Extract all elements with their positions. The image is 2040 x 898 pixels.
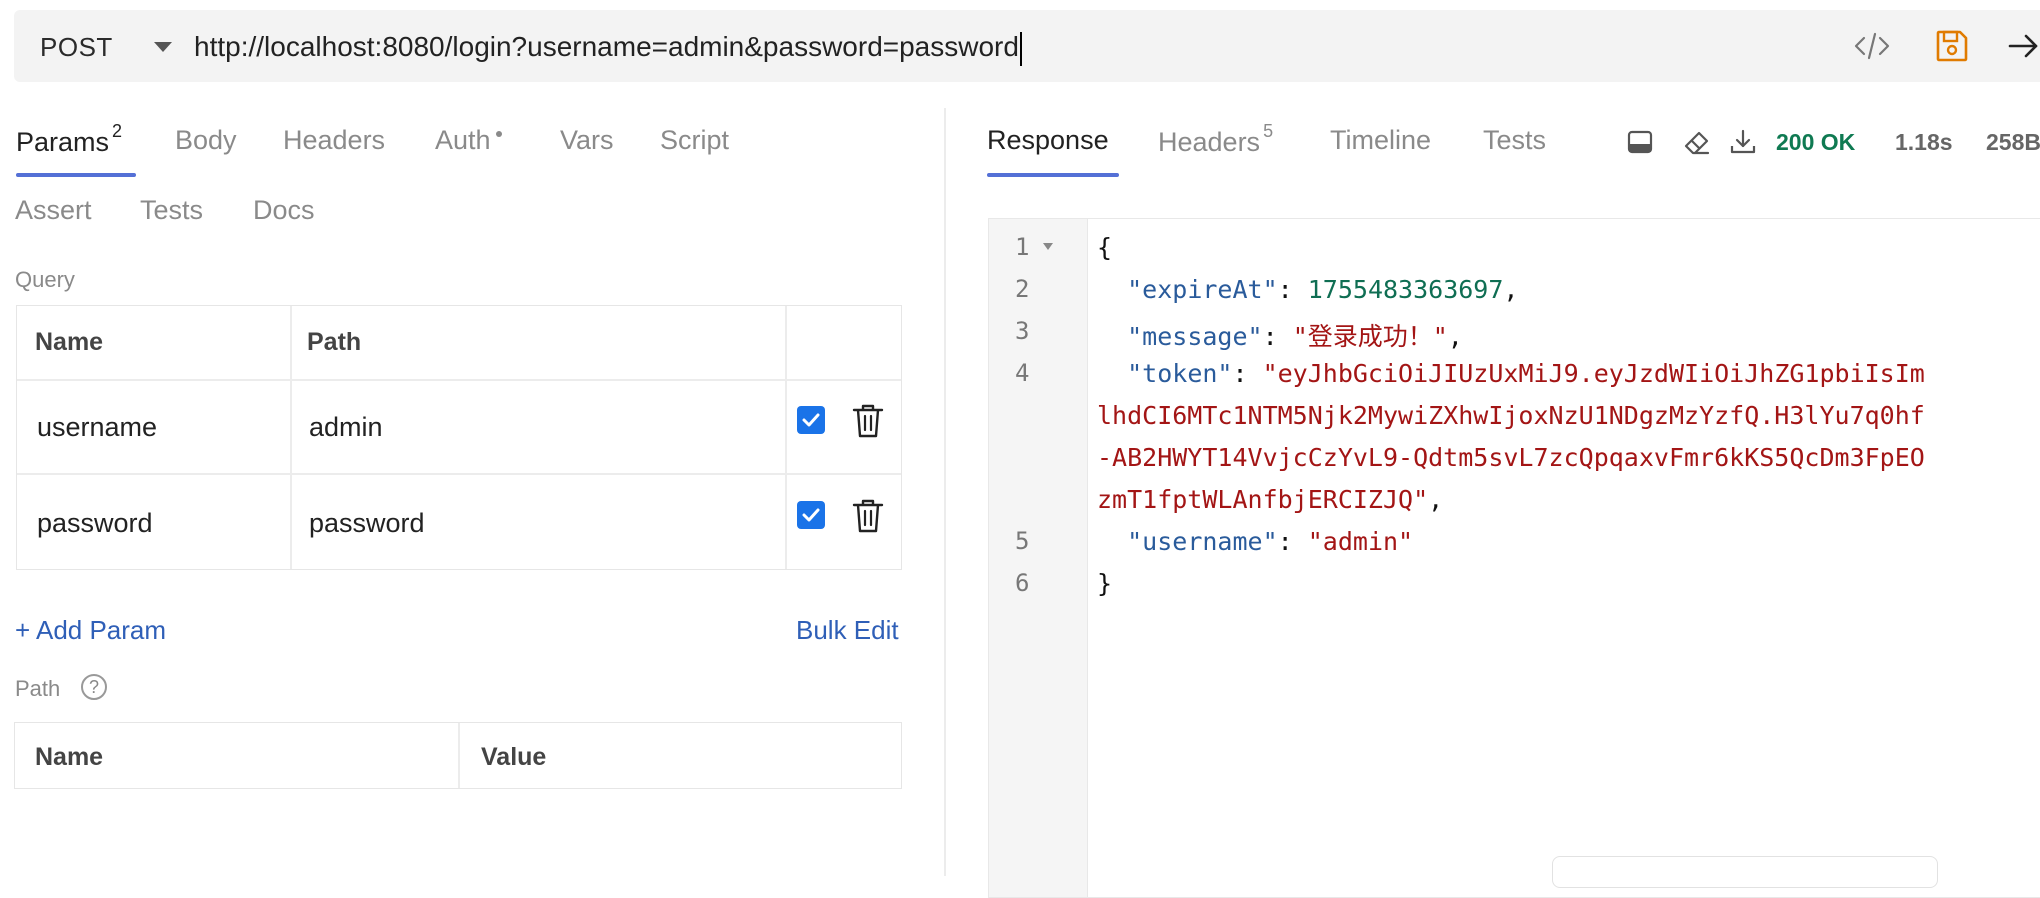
params-count-badge: 2 <box>112 121 123 141</box>
param-enabled-checkbox[interactable] <box>797 406 825 434</box>
path-params-table: Name Value <box>14 722 902 789</box>
method-selector[interactable]: POST <box>40 32 113 63</box>
fold-caret-icon[interactable] <box>1043 243 1053 250</box>
headers-count-badge: 5 <box>1263 121 1274 141</box>
code-line: -AB2HWYT14VvjcCzYvL9-Qdtm5svL7zcQpqaxvFm… <box>1097 443 1925 472</box>
active-tab-indicator <box>16 173 136 177</box>
toggle-panel-icon[interactable] <box>1626 128 1654 156</box>
save-icon[interactable] <box>1932 26 1972 66</box>
bulk-edit-button[interactable]: Bulk Edit <box>796 615 899 646</box>
active-tab-indicator <box>987 173 1119 177</box>
url-bar: POST http://localhost:8080/login?usernam… <box>14 10 2040 82</box>
param-enabled-checkbox[interactable] <box>797 501 825 529</box>
add-param-button[interactable]: + Add Param <box>15 615 166 646</box>
code-line: { <box>1097 233 1113 262</box>
tab-auth[interactable]: Auth <box>435 125 502 156</box>
trash-icon[interactable] <box>851 497 885 535</box>
status-code: 200 OK <box>1776 129 1856 155</box>
line-number-gutter: 1 2 3 4 5 6 <box>989 219 1088 897</box>
trash-icon[interactable] <box>851 402 885 440</box>
param-name-input[interactable]: username <box>37 412 157 443</box>
query-section-label: Query <box>15 267 75 292</box>
tab-tests[interactable]: Tests <box>140 195 203 226</box>
tab-vars[interactable]: Vars <box>560 125 614 156</box>
tab-timeline[interactable]: Timeline <box>1330 125 1431 156</box>
param-value-input[interactable]: password <box>309 508 425 539</box>
path-section-label: Path <box>15 676 61 701</box>
tab-headers[interactable]: Headers <box>283 125 385 156</box>
pane-divider[interactable] <box>944 108 946 876</box>
response-time: 1.18s <box>1895 129 1953 155</box>
help-icon[interactable]: ? <box>81 674 107 700</box>
column-header-name: Name <box>35 328 104 356</box>
code-icon[interactable] <box>1852 26 1892 66</box>
code-line: } <box>1097 569 1113 598</box>
code-line: "message": "登录成功！", <box>1127 322 1463 351</box>
query-params-table: Name Path username admin password passwo… <box>16 305 902 570</box>
tab-response-headers[interactable]: Headers 5 <box>1158 121 1273 158</box>
tab-response-tests[interactable]: Tests <box>1483 125 1546 156</box>
param-name-input[interactable]: password <box>37 508 153 539</box>
floating-toolbar[interactable] <box>1552 856 1938 888</box>
url-input[interactable]: http://localhost:8080/login?username=adm… <box>194 31 1022 66</box>
code-line: "token": "eyJhbGciOiJIUzUxMiJ9.eyJzdWIiO… <box>1127 359 1925 388</box>
tab-response[interactable]: Response <box>987 125 1109 156</box>
send-arrow-icon[interactable] <box>2004 26 2040 66</box>
code-line: lhdCI6MTc1NTM5Njk2MywiZXhwIjoxNzU1NDgzMz… <box>1097 401 1925 430</box>
code-line: zmT1fptWLAnfbjERCIZJQ", <box>1097 485 1444 514</box>
tab-body[interactable]: Body <box>175 125 237 156</box>
chevron-down-icon[interactable] <box>154 42 172 52</box>
tab-params[interactable]: Params 2 <box>16 121 122 158</box>
download-icon[interactable] <box>1728 127 1758 157</box>
url-text: http://localhost:8080/login?username=adm… <box>194 31 1019 62</box>
response-body-viewer[interactable]: 1 2 3 4 5 6 { "expireAt": 1755483363697,… <box>988 218 2040 898</box>
eraser-icon[interactable] <box>1682 128 1712 158</box>
code-line: "username": "admin" <box>1127 527 1414 556</box>
response-size: 258B <box>1986 129 2040 155</box>
auth-indicator-dot <box>495 131 502 137</box>
param-value-input[interactable]: admin <box>309 412 383 443</box>
text-cursor <box>1019 31 1022 66</box>
tab-docs[interactable]: Docs <box>253 195 315 226</box>
tab-script[interactable]: Script <box>660 125 729 156</box>
code-line: "expireAt": 1755483363697, <box>1127 275 1519 304</box>
column-header-name: Name <box>35 743 104 771</box>
column-header-value: Value <box>481 743 547 771</box>
column-header-path: Path <box>307 328 362 356</box>
tab-assert[interactable]: Assert <box>15 195 92 226</box>
